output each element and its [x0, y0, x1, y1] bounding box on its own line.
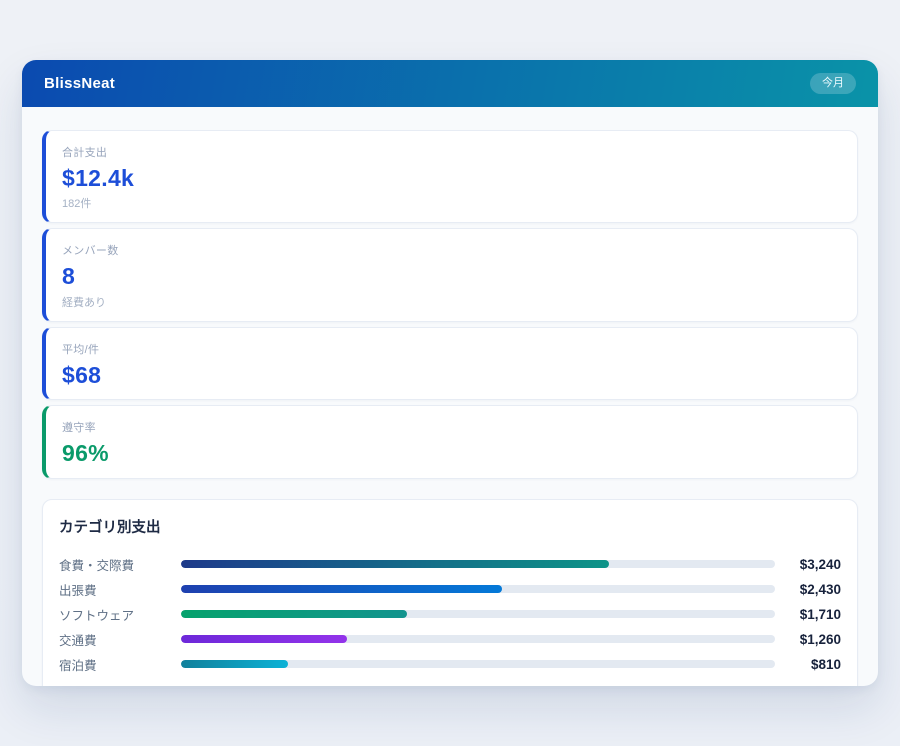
- stat-card-average-per-item: 平均/件 $68: [42, 327, 858, 400]
- category-bar-track: [181, 660, 775, 668]
- category-bar-fill: [181, 560, 609, 568]
- stat-label: 遵守率: [62, 419, 841, 435]
- category-bar-fill: [181, 585, 502, 593]
- category-label: 宿泊費: [59, 655, 181, 674]
- category-bar-fill: [181, 635, 347, 643]
- category-bar-fill: [181, 610, 407, 618]
- stat-value: 8: [62, 263, 841, 289]
- stat-label: 合計支出: [62, 144, 841, 160]
- category-panel-title: カテゴリ別支出: [59, 516, 841, 537]
- category-value: $2,430: [775, 582, 841, 597]
- stat-card-compliance-rate: 遵守率 96%: [42, 405, 858, 478]
- app-header: BlissNeat 今月: [22, 60, 878, 107]
- stat-card-member-count: メンバー数 8 経費あり: [42, 228, 858, 321]
- stat-sub: 182件: [62, 195, 841, 211]
- stat-card-total-spend: 合計支出 $12.4k 182件: [42, 130, 858, 223]
- category-bar-fill: [181, 660, 288, 668]
- category-row: 宿泊費 $810: [59, 652, 841, 677]
- stat-value: 96%: [62, 440, 841, 466]
- category-bar-track: [181, 610, 775, 618]
- category-value: $1,710: [775, 607, 841, 622]
- category-value: $810: [775, 657, 841, 672]
- category-spend-panel: カテゴリ別支出 食費・交際費 $3,240 出張費 $2,430 ソフトウェア: [42, 499, 858, 686]
- category-row: 食費・交際費 $3,240: [59, 552, 841, 577]
- category-value: $3,240: [775, 557, 841, 572]
- category-row: ソフトウェア $1,710: [59, 602, 841, 627]
- category-label: 食費・交際費: [59, 555, 181, 574]
- category-row: 交通費 $1,260: [59, 627, 841, 652]
- stat-label: メンバー数: [62, 242, 841, 258]
- category-value: $1,260: [775, 632, 841, 647]
- stat-sub: 経費あり: [62, 294, 841, 310]
- category-bar-track: [181, 635, 775, 643]
- category-label: 交通費: [59, 630, 181, 649]
- main-content: 合計支出 $12.4k 182件 メンバー数 8 経費あり 平均/件 $68 遵…: [22, 107, 878, 686]
- stat-value: $12.4k: [62, 165, 841, 191]
- stat-label: 平均/件: [62, 341, 841, 357]
- category-row: 出張費 $2,430: [59, 577, 841, 602]
- category-bar-track: [181, 560, 775, 568]
- category-label: ソフトウェア: [59, 605, 181, 624]
- app-window: BlissNeat 今月 合計支出 $12.4k 182件 メンバー数 8 経費…: [22, 60, 878, 686]
- category-label: 出張費: [59, 580, 181, 599]
- category-bar-track: [181, 585, 775, 593]
- app-title: BlissNeat: [44, 75, 115, 92]
- stat-value: $68: [62, 362, 841, 388]
- period-badge[interactable]: 今月: [810, 73, 856, 94]
